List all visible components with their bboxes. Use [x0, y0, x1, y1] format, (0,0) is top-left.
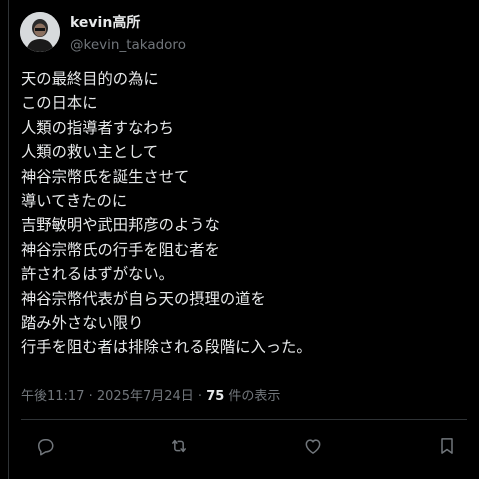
tweet-line: この日本に — [21, 94, 98, 113]
like-icon — [305, 439, 321, 454]
tweet-line: 神谷宗幣氏を誕生させて — [21, 167, 190, 186]
tweet-line: 許されるはずがない。 — [21, 265, 174, 284]
tweet-date[interactable]: 2025年7月24日 — [97, 389, 194, 404]
meta-separator: · — [193, 389, 207, 404]
tweet-time[interactable]: 午後11:17 — [21, 389, 84, 404]
tweet-line: 行手を阻む者は排除される段階に入った。 — [21, 338, 312, 357]
tweet-line: 神谷宗幣代表が自ら天の摂理の道を — [21, 289, 266, 308]
tweet-line: 神谷宗幣氏の行手を阻む者を — [21, 240, 220, 259]
like-button[interactable] — [299, 432, 327, 460]
bookmark-button[interactable] — [433, 432, 461, 460]
tweet-line: 導いてきたのに — [21, 192, 128, 211]
divider — [21, 419, 467, 420]
tweet-card: kevin高所 @kevin_takadoro 天の最終目的の為に この日本に … — [8, 0, 479, 479]
tweet-line: 吉野敏明や武田邦彦のような — [21, 216, 220, 235]
view-count: 75 — [206, 389, 225, 404]
author-display-name[interactable]: kevin高所 — [70, 14, 186, 32]
tweet-header: kevin高所 @kevin_takadoro — [20, 12, 440, 54]
retweet-icon — [172, 439, 186, 453]
tweet-line: 天の最終目的の為に — [21, 70, 159, 88]
reply-icon — [38, 439, 54, 456]
meta-separator: · — [84, 389, 97, 404]
avatar[interactable] — [20, 12, 60, 52]
bookmark-icon — [441, 438, 453, 454]
view-label: 件の表示 — [224, 389, 281, 404]
reply-button[interactable] — [31, 432, 59, 460]
retweet-button[interactable] — [165, 432, 193, 460]
author-handle[interactable]: @kevin_takadoro — [70, 36, 186, 54]
tweet-line: 人類の指導者すなわち — [21, 118, 174, 137]
author-names: kevin高所 @kevin_takadoro — [70, 14, 186, 54]
tweet-line: 踏み外さない限り — [21, 314, 144, 333]
tweet-meta: 午後11:17 · 2025年7月24日 · 75 件の表示 — [21, 385, 280, 404]
tweet-text: 天の最終目的の為に この日本に 人類の指導者すなわち 人類の救い主として 神谷宗… — [21, 67, 461, 360]
tweet-line: 人類の救い主として — [21, 143, 159, 162]
action-bar — [21, 432, 461, 460]
